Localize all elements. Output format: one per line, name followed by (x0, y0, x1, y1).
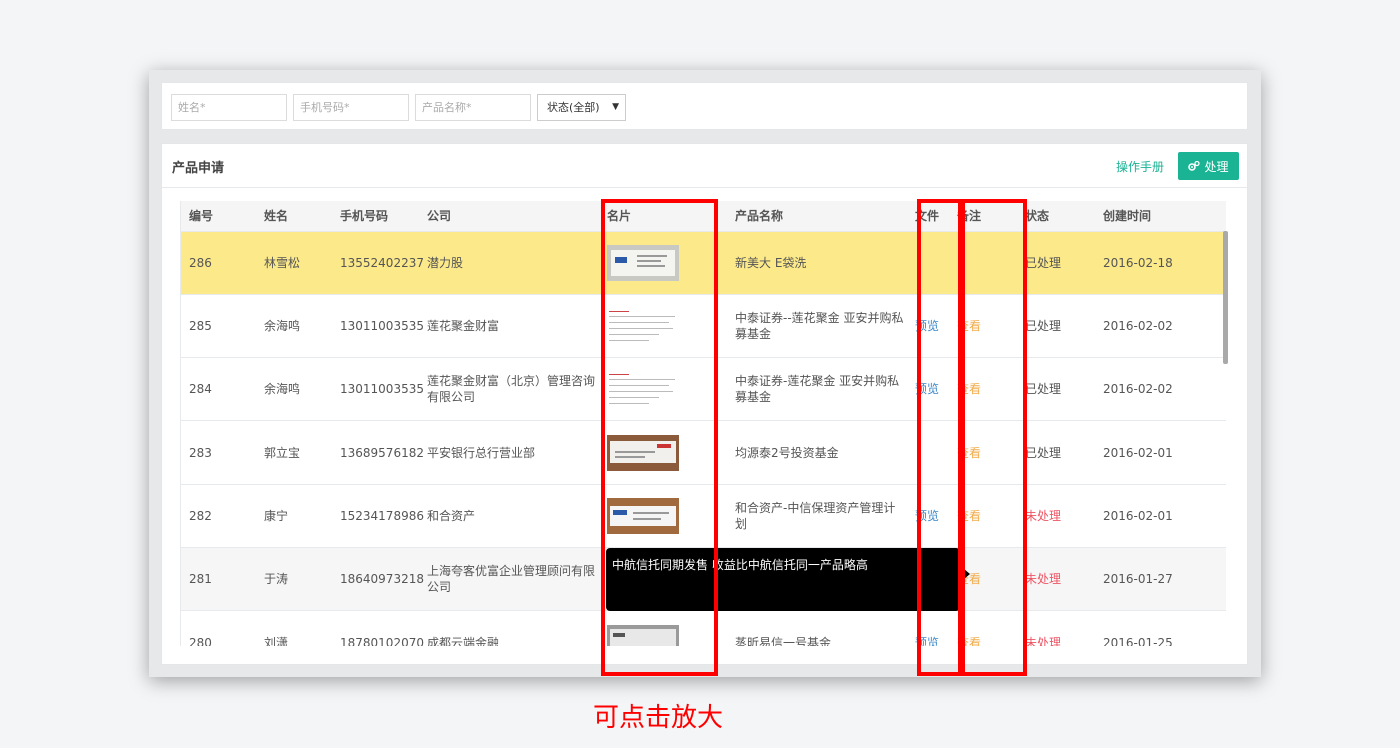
product-filter-input[interactable] (415, 94, 531, 121)
cell-name: 林雪松 (256, 230, 332, 295)
cell-product: 新美大 E袋洗 (727, 230, 907, 295)
cell-name: 余海鸣 (256, 293, 332, 358)
highlight-box-file-column (917, 199, 962, 676)
cell-id: 282 (181, 483, 256, 548)
cell-created: 2016-02-02 (1095, 293, 1226, 358)
cell-product: 中泰证券-莲花聚金 亚安并购私募基金 (727, 357, 907, 421)
cell-created: 2016-01-25 (1095, 610, 1226, 646)
panel-divider (162, 187, 1247, 188)
cell-name: 余海鸣 (256, 357, 332, 421)
cell-phone: 18780102070 (332, 610, 424, 646)
cell-id: 283 (181, 420, 256, 485)
cell-product: 中泰证券--莲花聚金 亚安并购私募基金 (727, 293, 907, 358)
column-header-product[interactable]: 产品名称 (727, 201, 907, 232)
cell-name: 于涛 (256, 546, 332, 611)
cell-name: 康宁 (256, 483, 332, 548)
cell-status: 未处理 (1017, 546, 1095, 611)
highlight-box-note-column (961, 199, 1027, 676)
cell-phone: 13552402237 (332, 230, 424, 295)
cell-phone: 18640973218 (332, 546, 424, 611)
status-select-value: 状态(全部) (547, 101, 600, 114)
column-header-id[interactable]: 编号 (181, 201, 256, 232)
cell-phone: 13689576182 (332, 420, 424, 485)
highlight-box-card-column (601, 199, 718, 676)
cell-id: 280 (181, 610, 256, 646)
cell-status: 已处理 (1017, 420, 1095, 485)
cell-status: 已处理 (1017, 230, 1095, 295)
cell-company: 潜力股 (419, 230, 599, 295)
cell-product: 蒸昕易信一号基金 (727, 610, 907, 646)
cell-company: 和合资产 (419, 483, 599, 548)
cell-id: 284 (181, 357, 256, 421)
cell-created: 2016-02-02 (1095, 357, 1226, 421)
cell-status: 已处理 (1017, 357, 1095, 421)
cell-phone: 15234178986 (332, 483, 424, 548)
cell-name: 郭立宝 (256, 420, 332, 485)
cell-company: 莲花聚金财富 (419, 293, 599, 358)
column-header-status[interactable]: 状态 (1017, 201, 1095, 232)
cell-phone: 13011003535 (332, 357, 424, 421)
cell-status: 未处理 (1017, 483, 1095, 548)
cell-company: 上海夸客优富企业管理顾问有限公司 (419, 546, 599, 611)
column-header-phone[interactable]: 手机号码 (332, 201, 419, 232)
cell-status: 未处理 (1017, 610, 1095, 646)
chevron-down-icon: ▼ (612, 102, 619, 112)
process-button[interactable]: 处理 (1178, 152, 1239, 180)
cell-company: 平安银行总行营业部 (419, 420, 599, 485)
table-scrollbar[interactable] (1223, 231, 1228, 364)
annotation-label: 可点击放大 (593, 703, 724, 733)
cell-created: 2016-02-18 (1095, 230, 1226, 295)
column-header-created[interactable]: 创建时间 (1095, 201, 1226, 232)
column-header-name[interactable]: 姓名 (256, 201, 332, 232)
cell-created: 2016-01-27 (1095, 546, 1226, 611)
cell-id: 285 (181, 293, 256, 358)
cell-created: 2016-02-01 (1095, 420, 1226, 485)
cell-id: 286 (181, 230, 256, 295)
cell-name: 刘潇 (256, 610, 332, 646)
manual-link[interactable]: 操作手册 (1116, 158, 1164, 175)
cell-company: 成都云端金融 (419, 610, 599, 646)
name-filter-input[interactable] (171, 94, 287, 121)
cell-phone: 13011003535 (332, 293, 424, 358)
cell-id: 281 (181, 546, 256, 611)
cell-product: 均源泰2号投资基金 (727, 420, 907, 485)
cell-company: 莲花聚金财富（北京）管理咨询有限公司 (419, 357, 599, 421)
status-filter-select[interactable]: 状态(全部) ▼ (537, 94, 626, 121)
filter-bar: 状态(全部) ▼ (161, 82, 1248, 130)
gears-icon (1188, 160, 1201, 171)
column-header-company[interactable]: 公司 (419, 201, 599, 232)
cell-status: 已处理 (1017, 293, 1095, 358)
panel-title: 产品申请 (172, 161, 225, 176)
cell-created: 2016-02-01 (1095, 483, 1226, 548)
cell-product: 和合资产-中信保理资产管理计划 (727, 483, 907, 548)
process-button-label: 处理 (1204, 159, 1229, 174)
phone-filter-input[interactable] (293, 94, 409, 121)
